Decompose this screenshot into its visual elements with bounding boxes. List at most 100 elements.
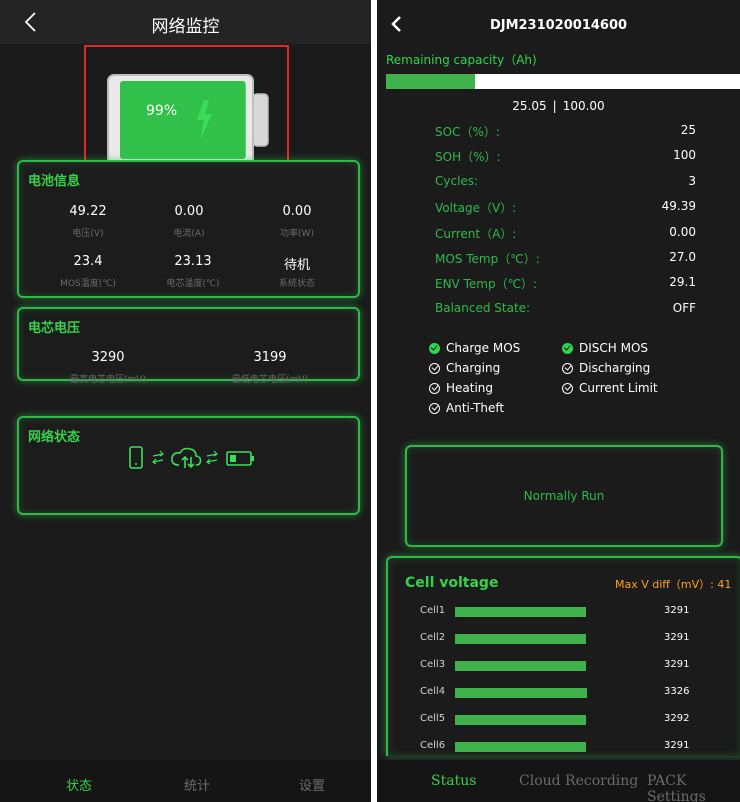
remaining-capacity-fill	[386, 74, 475, 89]
tab-settings[interactable]: 设置	[299, 775, 325, 794]
metric-label: Balanced State:	[435, 300, 531, 315]
metric-value: 0.00	[669, 224, 696, 239]
current-label: 电流(A)	[173, 229, 205, 239]
status-flag: Anti-Theft	[429, 401, 504, 415]
check-outline-icon	[429, 382, 440, 394]
battery-info-title: 电池信息	[28, 174, 81, 189]
max-cell-voltage-value: 3290	[91, 350, 125, 365]
run-status-text: Normally Run	[523, 489, 605, 503]
device-id-title: DJM231020014600	[489, 18, 628, 33]
max-cell-voltage-label: 最高电芯电压(mV)	[70, 375, 146, 385]
cell-voltage-value: 3291	[664, 659, 690, 670]
remaining-separator: |	[552, 99, 557, 113]
cell-voltage-value: 3292	[664, 713, 690, 724]
check-outline-icon	[562, 382, 573, 394]
metric-value: 27.0	[669, 250, 696, 264]
cell-voltage-title: 电芯电压	[28, 321, 81, 336]
network-status-title: 网络状态	[28, 430, 81, 445]
tab-pack-settings[interactable]: PACK Settings	[647, 773, 740, 802]
metric-label: Voltage（V）:	[435, 201, 517, 216]
mos-temp-value: 23.4	[73, 254, 103, 269]
min-cell-voltage-value: 3199	[253, 350, 287, 365]
min-cell-voltage-label: 最低电芯电压(mV)	[232, 375, 308, 385]
check-outline-icon	[429, 362, 440, 374]
cell-name: Cell4	[420, 686, 446, 697]
cell-voltage-bar	[455, 688, 587, 698]
current-value: 0.00	[174, 204, 204, 219]
cell-voltage-bar	[455, 661, 586, 671]
status-flag-label: Discharging	[579, 361, 651, 375]
status-flag-label: Anti-Theft	[446, 401, 505, 415]
metric-label: Current（A）:	[435, 226, 517, 241]
cell-voltage-value: 3291	[664, 740, 690, 751]
metric-value: 25	[680, 123, 696, 137]
cell-temp-label: 电芯温度(℃)	[166, 279, 220, 289]
cell-name: Cell5	[420, 713, 446, 724]
page-title: 网络监控	[151, 17, 220, 37]
status-flag-label: Current Limit	[579, 381, 658, 395]
tab-status[interactable]: Status	[431, 773, 476, 789]
check-filled-icon	[562, 342, 573, 354]
status-flag-label: Heating	[446, 381, 494, 395]
arrows-icon	[206, 450, 218, 465]
status-flag: Charging	[429, 361, 500, 375]
system-status-label: 系统状态	[278, 279, 315, 289]
cell-name: Cell1	[420, 605, 446, 616]
voltage-label: 电压(V)	[72, 229, 104, 239]
max-voltage-diff: Max V diff（mV）: 41	[615, 578, 732, 591]
battery-percent: 99%	[146, 103, 178, 119]
cell-temp-value: 23.13	[174, 254, 212, 269]
remaining-capacity-value: 25.05 | 100.00	[377, 99, 740, 113]
cell-voltage-bar	[455, 715, 586, 725]
tab-cloud-recording[interactable]: Cloud Recording	[519, 773, 638, 789]
battery-small-icon	[226, 451, 254, 466]
cell-voltage-value: 3291	[664, 605, 690, 616]
metric-label: Cycles:	[435, 173, 479, 188]
status-flag: Current Limit	[562, 381, 658, 395]
arrows-icon	[152, 450, 164, 465]
bottom-tab-bar: Status Cloud Recording PACK Settings	[377, 760, 740, 802]
cell-name: Cell2	[420, 632, 446, 643]
metric-label: ENV Temp（℃）:	[435, 277, 538, 292]
check-filled-icon	[429, 342, 440, 354]
header-bar: 网络监控	[0, 0, 371, 44]
metric-label: SOC（%）:	[435, 125, 500, 139]
status-flag: Charge MOS	[429, 341, 520, 355]
network-monitor-screen: 网络监控 99% 电池信息 49.22 电压(V) 0.00 电流(A) 0.0…	[0, 0, 371, 802]
cell-voltage-value: 3291	[664, 632, 690, 643]
bottom-tab-bar: 状态 统计 设置	[0, 760, 371, 802]
metric-value: 100	[673, 148, 696, 163]
tab-status[interactable]: 状态	[66, 775, 92, 794]
status-flag: Heating	[429, 381, 493, 395]
battery-icon	[107, 74, 269, 166]
remaining-capacity-bar	[386, 74, 740, 89]
voltage-value: 49.22	[69, 204, 107, 219]
check-outline-icon	[562, 362, 573, 374]
cell-voltage-value: 3326	[664, 686, 690, 697]
cell-voltage-bar	[455, 634, 586, 644]
cell-name: Cell6	[420, 740, 446, 751]
mos-temp-label: MOS温度(℃)	[60, 279, 116, 289]
cell-name: Cell3	[420, 659, 446, 670]
phone-icon	[129, 446, 143, 469]
network-path-icons	[129, 446, 254, 469]
remaining-total: 100.00	[562, 99, 605, 113]
system-status-value: 待机	[283, 258, 310, 273]
remaining-capacity-label: Remaining capacity（Ah)	[386, 53, 537, 67]
check-outline-icon	[429, 402, 440, 414]
status-flag-label: DISCH MOS	[579, 341, 649, 355]
status-flag-label: Charge MOS	[446, 341, 521, 355]
status-flag: Discharging	[562, 361, 650, 375]
metric-label: SOH（%）:	[435, 150, 501, 165]
metric-label: MOS Temp（℃）:	[435, 252, 540, 266]
run-status-box: Normally Run	[405, 445, 723, 547]
metric-value: 49.39	[661, 199, 696, 214]
cell-voltage-title: Cell voltage	[405, 575, 499, 591]
metric-value: 29.1	[669, 275, 696, 290]
battery-status-screen: DJM231020014600 Remaining capacity（Ah) 2…	[377, 0, 740, 802]
cell-voltage-bar	[455, 607, 586, 617]
power-value: 0.00	[282, 204, 312, 219]
tab-statistics[interactable]: 统计	[184, 775, 210, 794]
metric-value: 3	[688, 173, 696, 188]
metric-value: OFF	[672, 300, 696, 315]
